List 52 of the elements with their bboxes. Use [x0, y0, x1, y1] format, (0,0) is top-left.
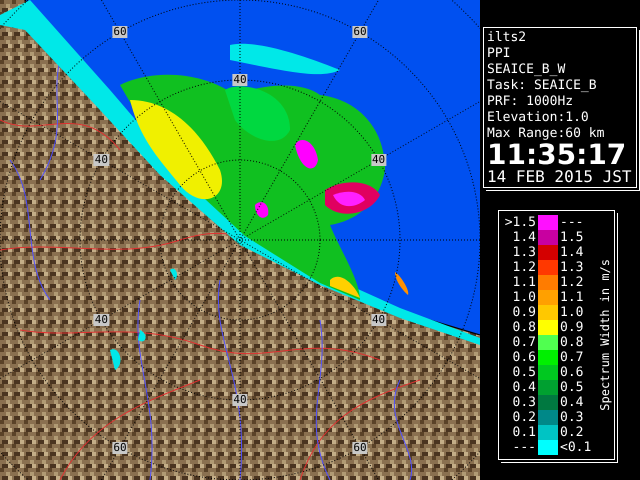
range-label: 40: [370, 314, 386, 326]
range-label: 40: [232, 74, 248, 86]
legend-label: 0.7: [559, 350, 584, 365]
legend-label: ---: [512, 440, 537, 455]
legend-label: ---: [559, 215, 584, 230]
date-text: 14 FEB 2015 JST: [487, 168, 632, 186]
legend-label: >1.5: [504, 215, 537, 230]
info-text: PRF: 1000Hz: [487, 94, 574, 110]
legend-label: 1.3: [512, 245, 537, 260]
legend-label: 1.2: [559, 275, 584, 290]
legend-label: 0.4: [512, 380, 537, 395]
range-label: 40: [370, 154, 386, 166]
range-label: 60: [112, 442, 128, 454]
legend-label: 0.9: [559, 320, 584, 335]
legend-label: 0.8: [512, 320, 537, 335]
legend-label: 0.5: [512, 365, 537, 380]
legend-label: 1.1: [559, 290, 584, 305]
legend-label: 0.6: [559, 365, 584, 380]
range-label: 40: [94, 154, 110, 166]
time-text: 11:35:17: [487, 142, 626, 168]
info-text: Task: SEAICE_B: [487, 78, 598, 94]
legend-label: 0.1: [512, 425, 537, 440]
legend-label: 0.2: [512, 410, 537, 425]
legend-label: 0.2: [559, 425, 584, 440]
range-label: 60: [352, 442, 368, 454]
legend-label: 0.9: [512, 305, 537, 320]
legend-label: 0.4: [559, 395, 584, 410]
range-label: 60: [352, 26, 368, 38]
info-text: ilts2: [487, 30, 528, 46]
info-text: Max Range:60 km: [487, 126, 606, 142]
legend-label: 1.5: [559, 230, 584, 245]
legend-label: <0.1: [559, 440, 592, 455]
range-label: 60: [112, 26, 128, 38]
legend-label: 1.1: [512, 275, 537, 290]
range-label: 40: [232, 394, 248, 406]
legend-label: 0.3: [512, 395, 537, 410]
legend-label: 1.4: [512, 230, 537, 245]
legend-label: 0.6: [512, 350, 537, 365]
legend-label: 0.8: [559, 335, 584, 350]
info-text: Elevation:1.0: [487, 110, 590, 126]
legend-label: 1.3: [559, 260, 584, 275]
range-label: 40: [94, 314, 110, 326]
legend-label: 1.4: [559, 245, 584, 260]
legend-label: 1.0: [512, 290, 537, 305]
legend-label: 0.3: [559, 410, 584, 425]
legend-label: 1.0: [559, 305, 584, 320]
legend-title: Spectrum Width in m/s: [598, 259, 612, 411]
info-text: SEAICE_B_W: [487, 62, 566, 78]
info-text: PPI: [487, 46, 512, 62]
legend-label: 1.2: [512, 260, 537, 275]
legend-label: 0.7: [512, 335, 537, 350]
legend-label: 0.5: [559, 380, 584, 395]
